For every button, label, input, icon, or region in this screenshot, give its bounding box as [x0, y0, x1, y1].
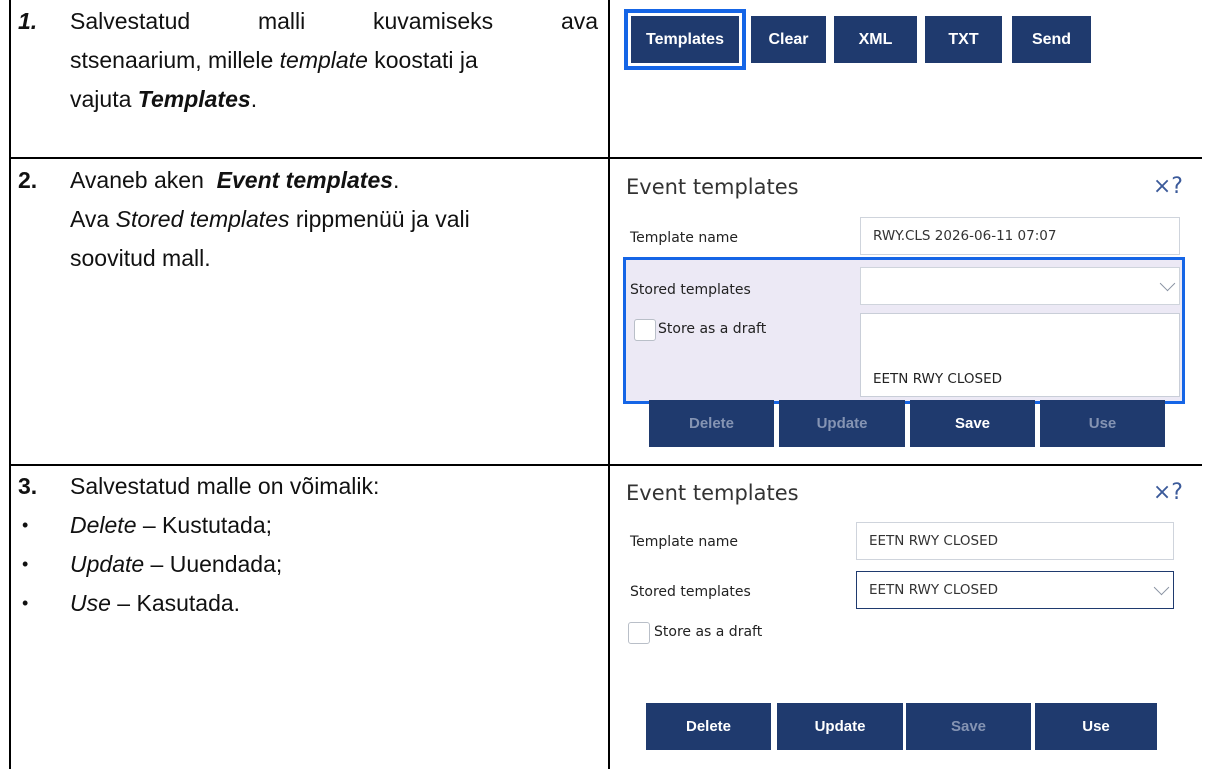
- template-name-label: Template name: [630, 534, 739, 550]
- step-3: 3. Salvestatud malle on võimalik: • Dele…: [18, 467, 598, 767]
- stored-templates-label: Stored templates: [630, 282, 751, 298]
- term: Update: [70, 551, 145, 577]
- store-draft-label: Store as a draft: [658, 321, 767, 337]
- step-1-number: 1.: [18, 8, 38, 34]
- emphasis: Event templates: [216, 167, 394, 193]
- emphasis: Templates: [137, 86, 251, 112]
- update-button[interactable]: Update: [777, 703, 903, 750]
- close-help-icon[interactable]: ×?: [1153, 174, 1183, 199]
- use-button[interactable]: Use: [1040, 400, 1165, 447]
- step-1: 1. Salvestatud malli kuvamiseks ava stse…: [18, 2, 598, 152]
- list-item-text: Use – Kasutada.: [70, 584, 240, 623]
- xml-button[interactable]: XML: [834, 16, 917, 63]
- text: Ava: [70, 206, 116, 232]
- step-1-line-2: stsenaarium, millele template koostati j…: [70, 41, 598, 80]
- send-button[interactable]: Send: [1012, 16, 1091, 63]
- stored-templates-dropdown: EETN RWY CLOSED: [860, 313, 1180, 397]
- template-name-input[interactable]: EETN RWY CLOSED: [856, 522, 1174, 560]
- txt-button[interactable]: TXT: [925, 16, 1002, 63]
- close-help-icon[interactable]: ×?: [1153, 480, 1183, 505]
- step-2-number: 2.: [18, 167, 38, 193]
- desc: – Uuendada;: [144, 551, 283, 577]
- bullet-icon: •: [22, 515, 29, 535]
- word: kuvamiseks: [373, 8, 494, 34]
- table-column-divider: [608, 0, 610, 769]
- store-draft-checkbox[interactable]: [628, 622, 650, 644]
- event-templates-dialog-2: Event templates ×? Template name EETN RW…: [626, 466, 1191, 766]
- delete-button[interactable]: Delete: [646, 703, 771, 750]
- emphasis: template: [279, 47, 368, 73]
- bullet-icon: •: [22, 554, 29, 574]
- templates-button[interactable]: Templates: [624, 9, 746, 70]
- stored-templates-label: Stored templates: [630, 584, 751, 600]
- term: Use: [70, 590, 111, 616]
- store-draft-checkbox[interactable]: [634, 319, 656, 341]
- step-3-number: 3.: [18, 473, 38, 499]
- term: Delete: [70, 512, 137, 538]
- word: Salvestatud: [70, 8, 191, 34]
- step-2-line-1: Avaneb aken Event templates.: [70, 161, 598, 200]
- stored-templates-select[interactable]: EETN RWY CLOSED: [856, 571, 1174, 609]
- word: malli: [257, 8, 306, 34]
- step-3-text: Salvestatud malle on võimalik:: [70, 473, 380, 499]
- desc: – Kasutada.: [110, 590, 241, 616]
- text: koostati ja: [367, 47, 478, 73]
- desc: – Kustutada;: [136, 512, 273, 538]
- save-button[interactable]: Save: [906, 703, 1031, 750]
- template-name-label: Template name: [630, 230, 739, 246]
- word: ava: [560, 8, 599, 34]
- text: rippmenüü ja vali: [289, 206, 470, 232]
- step-2-text: Avaneb aken Event templates. Ava Stored …: [70, 161, 598, 278]
- stored-templates-select[interactable]: [860, 267, 1180, 305]
- step-1-text: Salvestatud malli kuvamiseks ava stsenaa…: [70, 2, 598, 119]
- update-button[interactable]: Update: [779, 400, 905, 447]
- use-button[interactable]: Use: [1035, 703, 1157, 750]
- text: Avaneb aken: [70, 167, 217, 193]
- dialog-title: Event templates: [626, 175, 799, 199]
- row-divider-1b: [610, 157, 1202, 159]
- list-item-text: Update – Uuendada;: [70, 545, 282, 584]
- clear-button[interactable]: Clear: [751, 16, 826, 63]
- step-2: 2. Avaneb aken Event templates. Ava Stor…: [18, 161, 598, 461]
- step-1-line-1: Salvestatud malli kuvamiseks ava: [70, 2, 598, 41]
- text: stsenaarium, millele: [70, 47, 280, 73]
- dialog-title: Event templates: [626, 481, 799, 505]
- dropdown-option[interactable]: EETN RWY CLOSED: [873, 371, 1002, 387]
- text: vajuta: [70, 86, 138, 112]
- step-1-line-3: vajuta Templates.: [70, 80, 598, 119]
- text: .: [250, 86, 258, 112]
- store-draft-label: Store as a draft: [654, 624, 763, 640]
- delete-button[interactable]: Delete: [649, 400, 774, 447]
- bullet-icon: •: [22, 593, 29, 613]
- row-divider-1: [9, 157, 610, 159]
- emphasis: Stored templates: [115, 206, 290, 232]
- table-left-border: [9, 0, 11, 769]
- text: .: [393, 167, 400, 193]
- event-templates-dialog-1: Event templates ×? Template name RWY.CLS…: [623, 160, 1191, 460]
- row-divider-2: [9, 464, 610, 466]
- template-name-input[interactable]: RWY.CLS 2026-06-11 07:07: [860, 217, 1180, 255]
- step-2-line-3: soovitud mall.: [70, 245, 211, 271]
- step-2-line-2: Ava Stored templates rippmenüü ja vali: [70, 200, 598, 239]
- list-item-text: Delete – Kustutada;: [70, 506, 272, 545]
- save-button[interactable]: Save: [910, 400, 1035, 447]
